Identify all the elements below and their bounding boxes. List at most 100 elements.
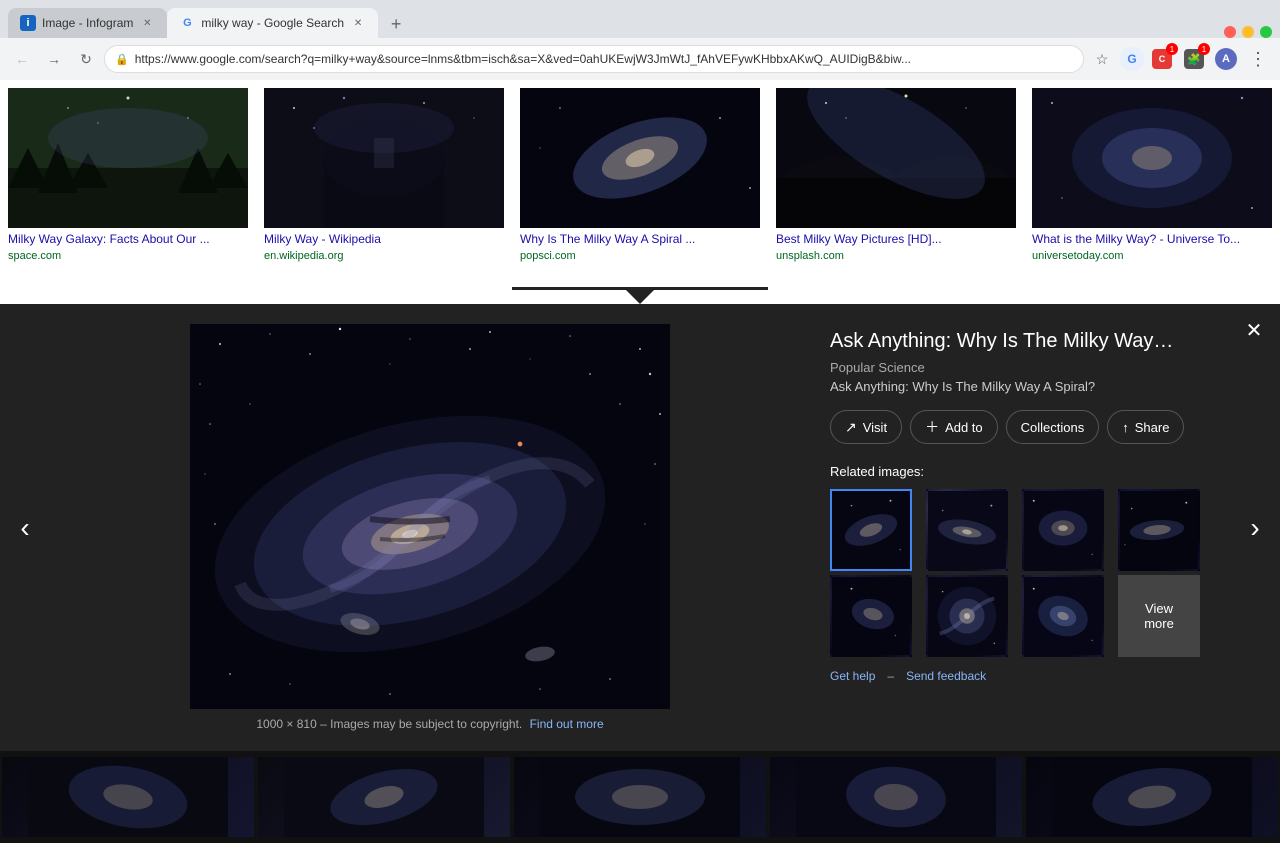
tab-title-google: milky way - Google Search: [201, 16, 344, 30]
result-caption-4: Best Milky Way Pictures [HD]...: [776, 232, 1016, 248]
bottom-image-5[interactable]: [1026, 757, 1278, 837]
close-overlay-button[interactable]: ✕: [1240, 316, 1268, 344]
result-caption-3: Why Is The Milky Way A Spiral ...: [520, 232, 760, 248]
related-thumb-3[interactable]: [1022, 489, 1104, 571]
related-thumb-2[interactable]: [926, 489, 1008, 571]
bottom-image-1[interactable]: [2, 757, 254, 837]
bottom-image-4[interactable]: [770, 757, 1022, 837]
extension-badge: 1: [1166, 43, 1178, 55]
visit-button[interactable]: ↗ Visit: [830, 410, 902, 444]
search-result-3[interactable]: Why Is The Milky Way A Spiral ... popsci…: [512, 80, 768, 290]
expand-caret: [0, 290, 1280, 304]
add-to-button[interactable]: ＋ Add to: [910, 410, 998, 444]
tab-close-infogram[interactable]: ✕: [139, 15, 155, 31]
send-feedback-link[interactable]: Send feedback: [906, 669, 986, 683]
image-meta: 1000 × 810 – Images may be subject to co…: [256, 717, 603, 731]
visit-label: Visit: [863, 420, 887, 435]
result-source-1: space.com: [8, 250, 248, 262]
footer-separator: –: [887, 669, 894, 683]
result-caption-1: Milky Way Galaxy: Facts About Our ...: [8, 232, 248, 248]
image-dimensions: 1000 × 810: [256, 717, 316, 731]
image-separator: –: [320, 717, 330, 731]
tab-infogram[interactable]: i Image - Infogram ✕: [8, 8, 167, 38]
main-image-area: 1000 × 810 – Images may be subject to co…: [50, 304, 810, 751]
result-caption-2: Milky Way - Wikipedia: [264, 232, 504, 248]
search-result-4[interactable]: Best Milky Way Pictures [HD]... unsplash…: [768, 80, 1024, 290]
close-window-btn[interactable]: [1224, 26, 1236, 38]
panel-description: Ask Anything: Why Is The Milky Way A Spi…: [830, 379, 1210, 394]
find-out-more-link[interactable]: Find out more: [530, 717, 604, 731]
image-strip: Milky Way Galaxy: Facts About Our ... sp…: [0, 80, 1280, 290]
result-caption-5: What is the Milky Way? - Universe To...: [1032, 232, 1272, 248]
extension-badge-2: 1: [1198, 43, 1210, 55]
bottom-image-3[interactable]: [514, 757, 766, 837]
view-more-button[interactable]: View more: [1118, 575, 1200, 657]
search-page: Milky Way Galaxy: Facts About Our ... sp…: [0, 80, 1280, 304]
add-label: Add to: [945, 420, 983, 435]
tab-title-infogram: Image - Infogram: [42, 16, 133, 30]
related-thumb-5[interactable]: [830, 575, 912, 657]
reload-button[interactable]: ↻: [72, 45, 100, 73]
related-thumb-7[interactable]: [1022, 575, 1104, 657]
result-thumb-1: [8, 88, 248, 228]
view-more-label: View: [1145, 601, 1173, 616]
next-image-button[interactable]: ›: [1230, 304, 1280, 751]
visit-icon: ↗: [845, 419, 857, 436]
result-thumb-4: [776, 88, 1016, 228]
browser-window: i Image - Infogram ✕ G milky way - Googl…: [0, 0, 1280, 843]
profile-icon[interactable]: G: [1120, 47, 1144, 71]
panel-actions: ↗ Visit ＋ Add to Collections ↑ Share: [830, 410, 1210, 444]
get-help-link[interactable]: Get help: [830, 669, 875, 683]
share-button[interactable]: ↑ Share: [1107, 410, 1184, 444]
forward-button[interactable]: →: [40, 45, 68, 73]
search-result-2[interactable]: Milky Way - Wikipedia en.wikipedia.org: [256, 80, 512, 290]
result-source-3: popsci.com: [520, 250, 760, 262]
tab-close-google[interactable]: ✕: [350, 15, 366, 31]
related-images-grid: View more: [830, 489, 1210, 657]
result-source-4: unsplash.com: [776, 250, 1016, 262]
bookmark-icon[interactable]: ☆: [1088, 45, 1116, 73]
result-thumb-5: [1032, 88, 1272, 228]
related-label: Related images:: [830, 464, 1210, 479]
collections-label: Collections: [1021, 420, 1085, 435]
view-more-label2: more: [1144, 616, 1174, 631]
share-icon: ↑: [1122, 420, 1129, 435]
infogram-favicon: i: [20, 15, 36, 31]
share-label: Share: [1135, 420, 1170, 435]
panel-footer: Get help – Send feedback: [830, 669, 1210, 683]
address-text: https://www.google.com/search?q=milky+wa…: [135, 52, 1073, 66]
related-thumb-6[interactable]: [926, 575, 1008, 657]
related-thumb-4[interactable]: [1118, 489, 1200, 571]
tab-google[interactable]: G milky way - Google Search ✕: [167, 8, 378, 38]
new-tab-button[interactable]: +: [382, 10, 410, 38]
minimize-window-btn[interactable]: [1242, 26, 1254, 38]
result-thumb-2: [264, 88, 504, 228]
related-thumb-1[interactable]: [830, 489, 912, 571]
toolbar: ← → ↻ 🔒 https://www.google.com/search?q=…: [0, 38, 1280, 80]
google-favicon: G: [179, 15, 195, 31]
image-overlay: ‹ ✕: [0, 304, 1280, 751]
search-result-1[interactable]: Milky Way Galaxy: Facts About Our ... sp…: [0, 80, 256, 290]
caret-down: [626, 290, 654, 304]
panel-source: Popular Science: [830, 360, 1210, 375]
avatar-icon[interactable]: A: [1212, 45, 1240, 73]
prev-image-button[interactable]: ‹: [0, 304, 50, 751]
right-panel: Ask Anything: Why Is The Milky Way… Popu…: [810, 304, 1230, 751]
search-result-5[interactable]: What is the Milky Way? - Universe To... …: [1024, 80, 1280, 290]
result-source-5: universetoday.com: [1032, 250, 1272, 262]
menu-icon[interactable]: ⋮: [1244, 45, 1272, 73]
result-thumb-3: [520, 88, 760, 228]
galaxy-svg: [190, 324, 670, 709]
address-bar[interactable]: 🔒 https://www.google.com/search?q=milky+…: [104, 45, 1084, 73]
copyright-text: Images may be subject to copyright.: [330, 717, 522, 731]
extension-icon-2[interactable]: 🧩 1: [1180, 45, 1208, 73]
bottom-image-2[interactable]: [258, 757, 510, 837]
collections-button[interactable]: Collections: [1006, 410, 1100, 444]
maximize-window-btn[interactable]: [1260, 26, 1272, 38]
bottom-image-strip: [0, 751, 1280, 843]
back-button[interactable]: ←: [8, 45, 36, 73]
extension-icon-1[interactable]: C 1: [1148, 45, 1176, 73]
result-source-2: en.wikipedia.org: [264, 250, 504, 262]
tab-bar: i Image - Infogram ✕ G milky way - Googl…: [0, 0, 1280, 38]
panel-title: Ask Anything: Why Is The Milky Way…: [830, 328, 1210, 354]
